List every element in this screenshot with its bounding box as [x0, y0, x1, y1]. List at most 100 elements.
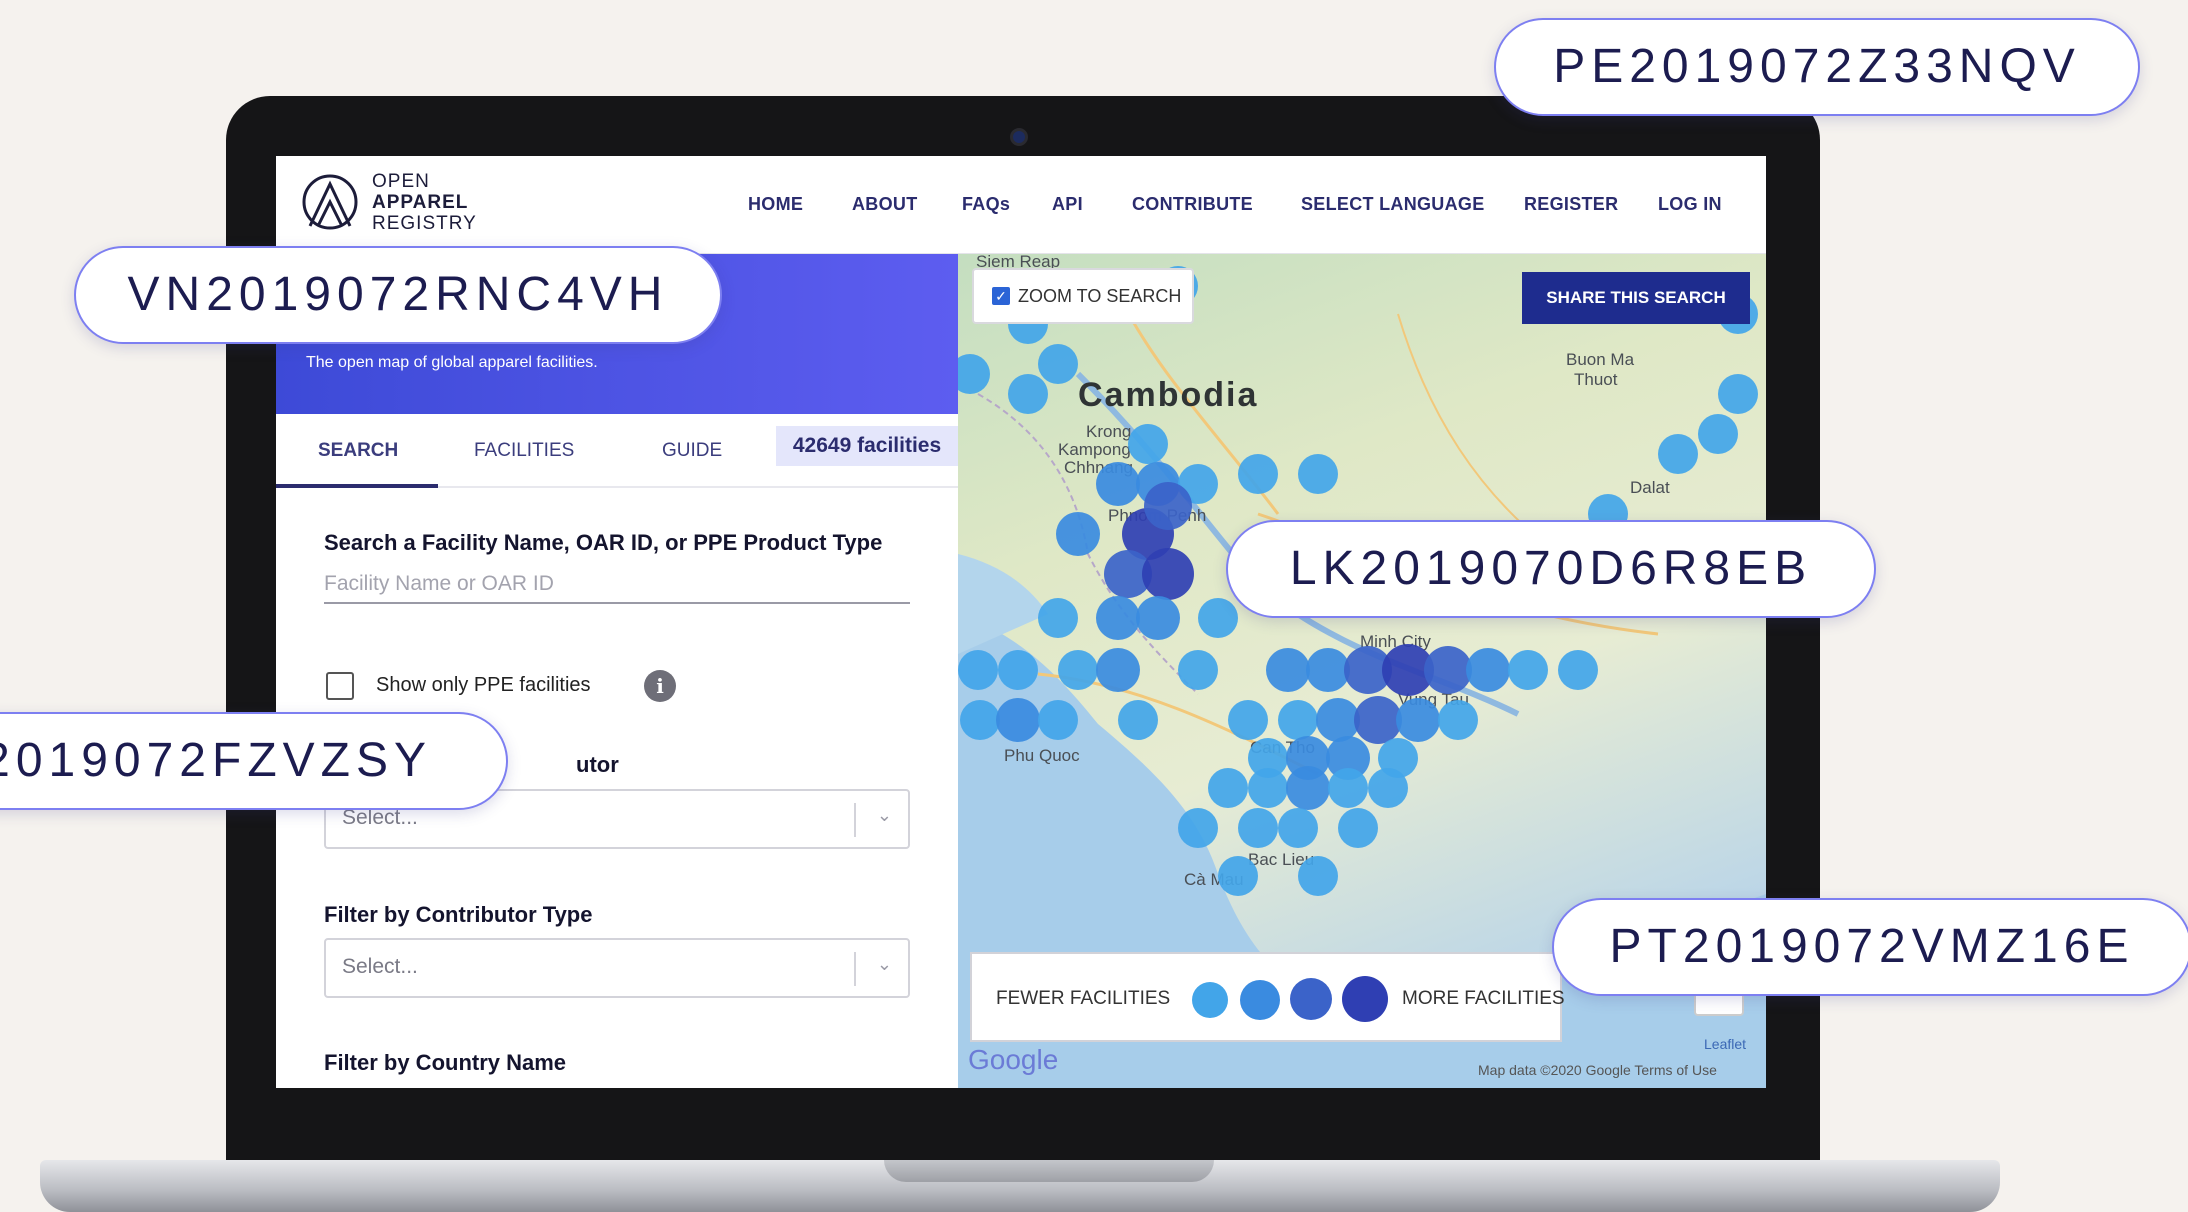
cluster-marker[interactable]: [960, 700, 1000, 740]
ppe-checkbox-label: Show only PPE facilities: [376, 674, 591, 696]
cluster-marker[interactable]: [1238, 808, 1278, 848]
cluster-marker[interactable]: [1298, 454, 1338, 494]
nav-api[interactable]: API: [1052, 194, 1083, 215]
tab-guide[interactable]: GUIDE: [662, 440, 722, 462]
cluster-marker[interactable]: [1038, 598, 1078, 638]
contributor-type-select-value: Select...: [342, 955, 418, 978]
tab-facilities[interactable]: FACILITIES: [474, 440, 574, 462]
tab-search[interactable]: SEARCH: [318, 440, 398, 462]
cluster-marker[interactable]: [996, 698, 1040, 742]
cluster-marker[interactable]: [1328, 768, 1368, 808]
cluster-marker[interactable]: [1698, 414, 1738, 454]
cluster-marker[interactable]: [1396, 698, 1440, 742]
cluster-marker[interactable]: [1658, 434, 1698, 474]
laptop-notch: [884, 1160, 1214, 1182]
hero-subtitle: The open map of global apparel facilitie…: [306, 354, 598, 371]
cluster-marker[interactable]: [1248, 768, 1288, 808]
cluster-marker[interactable]: [1128, 424, 1168, 464]
chevron-down-icon: ⌄: [876, 954, 892, 974]
cluster-marker[interactable]: [1438, 700, 1478, 740]
share-search-button[interactable]: SHARE THIS SEARCH: [1522, 272, 1750, 324]
cluster-marker[interactable]: [1198, 598, 1238, 638]
main-nav: HOME ABOUT FAQs API CONTRIBUTE SELECT LA…: [276, 194, 1766, 224]
facility-id-pill: PT2019072VMZ16E: [1552, 898, 2188, 996]
cluster-marker[interactable]: [1142, 548, 1194, 600]
logo-line-1: OPEN: [372, 170, 430, 192]
cluster-marker[interactable]: [1354, 696, 1402, 744]
cluster-marker[interactable]: [1144, 482, 1192, 530]
nav-about[interactable]: ABOUT: [852, 194, 918, 215]
cluster-marker[interactable]: [1118, 700, 1158, 740]
cluster-marker[interactable]: [1278, 700, 1318, 740]
search-input[interactable]: [324, 566, 910, 604]
nav-register[interactable]: REGISTER: [1524, 194, 1618, 215]
cluster-marker[interactable]: [1298, 856, 1338, 896]
leaflet-link[interactable]: Leaflet: [1704, 1036, 1746, 1052]
map-label-kampong: Kampong: [1058, 440, 1131, 459]
sidebar-panel: The open map of global apparel facilitie…: [276, 254, 958, 1088]
cluster-marker[interactable]: [1266, 648, 1310, 692]
cluster-marker[interactable]: [1096, 596, 1140, 640]
checkbox-checked-icon: ✓: [992, 287, 1010, 305]
contributor-filter-label: utor: [576, 752, 619, 777]
cluster-marker[interactable]: [1228, 700, 1268, 740]
cluster-marker[interactable]: [1208, 768, 1248, 808]
nav-faqs[interactable]: FAQs: [962, 194, 1010, 215]
cluster-marker[interactable]: [1136, 596, 1180, 640]
map-attribution[interactable]: Map data ©2020 Google Terms of Use: [1478, 1062, 1717, 1078]
facility-id-pill: PE2019072Z33NQV: [1494, 18, 2140, 116]
active-tab-indicator: [276, 484, 438, 488]
ppe-checkbox[interactable]: [326, 672, 354, 700]
select-separator: [854, 952, 856, 986]
cluster-marker[interactable]: [1718, 374, 1758, 414]
nav-contribute[interactable]: CONTRIBUTE: [1132, 194, 1253, 215]
legend-dot: [1240, 980, 1280, 1020]
cluster-marker[interactable]: [1096, 462, 1140, 506]
webcam: [1010, 128, 1028, 146]
cluster-marker[interactable]: [1008, 374, 1048, 414]
cluster-marker[interactable]: [998, 650, 1038, 690]
zoom-to-search-toggle[interactable]: ✓ ZOOM TO SEARCH: [972, 268, 1194, 324]
cluster-marker[interactable]: [1278, 808, 1318, 848]
map-label-phu-quoc: Phu Quoc: [1004, 746, 1080, 765]
legend-dot: [1290, 978, 1332, 1020]
cluster-marker[interactable]: [1096, 648, 1140, 692]
search-label: Search a Facility Name, OAR ID, or PPE P…: [324, 530, 883, 555]
zoom-to-search-label: ZOOM TO SEARCH: [1018, 285, 1182, 306]
cluster-marker[interactable]: [1424, 646, 1472, 694]
site-header: OPEN APPAREL REGISTRY HOME ABOUT FAQs AP…: [276, 156, 1766, 254]
cluster-marker[interactable]: [1058, 650, 1098, 690]
chevron-down-icon: ⌄: [876, 805, 892, 825]
cluster-marker[interactable]: [1508, 650, 1548, 690]
map-label-krong: Krong: [1086, 422, 1132, 441]
legend-more-label: MORE FACILITIES: [1402, 988, 1565, 1009]
cluster-marker[interactable]: [1558, 650, 1598, 690]
cluster-marker[interactable]: [1038, 700, 1078, 740]
contributor-type-label: Filter by Contributor Type: [324, 902, 593, 927]
info-icon[interactable]: i: [644, 670, 676, 702]
facility-id-pill: VN2019072RNC4VH: [74, 246, 722, 344]
cluster-marker[interactable]: [1338, 808, 1378, 848]
cluster-marker[interactable]: [1238, 454, 1278, 494]
facility-id-pill: 2019072FZVZSY: [0, 712, 508, 810]
cluster-marker[interactable]: [1038, 344, 1078, 384]
cluster-marker[interactable]: [1368, 768, 1408, 808]
nav-select-language[interactable]: SELECT LANGUAGE: [1301, 194, 1485, 215]
tab-bar: SEARCH FACILITIES GUIDE 42649 facilities: [276, 414, 958, 488]
facility-count-badge: 42649 facilities: [776, 426, 958, 466]
facility-id-pill: LK2019070D6R8EB: [1226, 520, 1876, 618]
cluster-marker[interactable]: [1218, 856, 1258, 896]
map-label-country: Cambodia: [1078, 376, 1259, 414]
map-label-buon-ma: Buon Ma: [1566, 350, 1635, 369]
nav-home[interactable]: HOME: [748, 194, 803, 215]
cluster-marker[interactable]: [1178, 650, 1218, 690]
cluster-marker[interactable]: [958, 650, 998, 690]
cluster-marker[interactable]: [1178, 808, 1218, 848]
contributor-type-select[interactable]: Select... ⌄: [324, 938, 910, 998]
cluster-marker[interactable]: [1286, 766, 1330, 810]
nav-log-in[interactable]: LOG IN: [1658, 194, 1722, 215]
legend-dot: [1192, 982, 1228, 1018]
map-label-thuot: Thuot: [1574, 370, 1618, 389]
cluster-marker[interactable]: [1056, 512, 1100, 556]
cluster-marker[interactable]: [1466, 648, 1510, 692]
